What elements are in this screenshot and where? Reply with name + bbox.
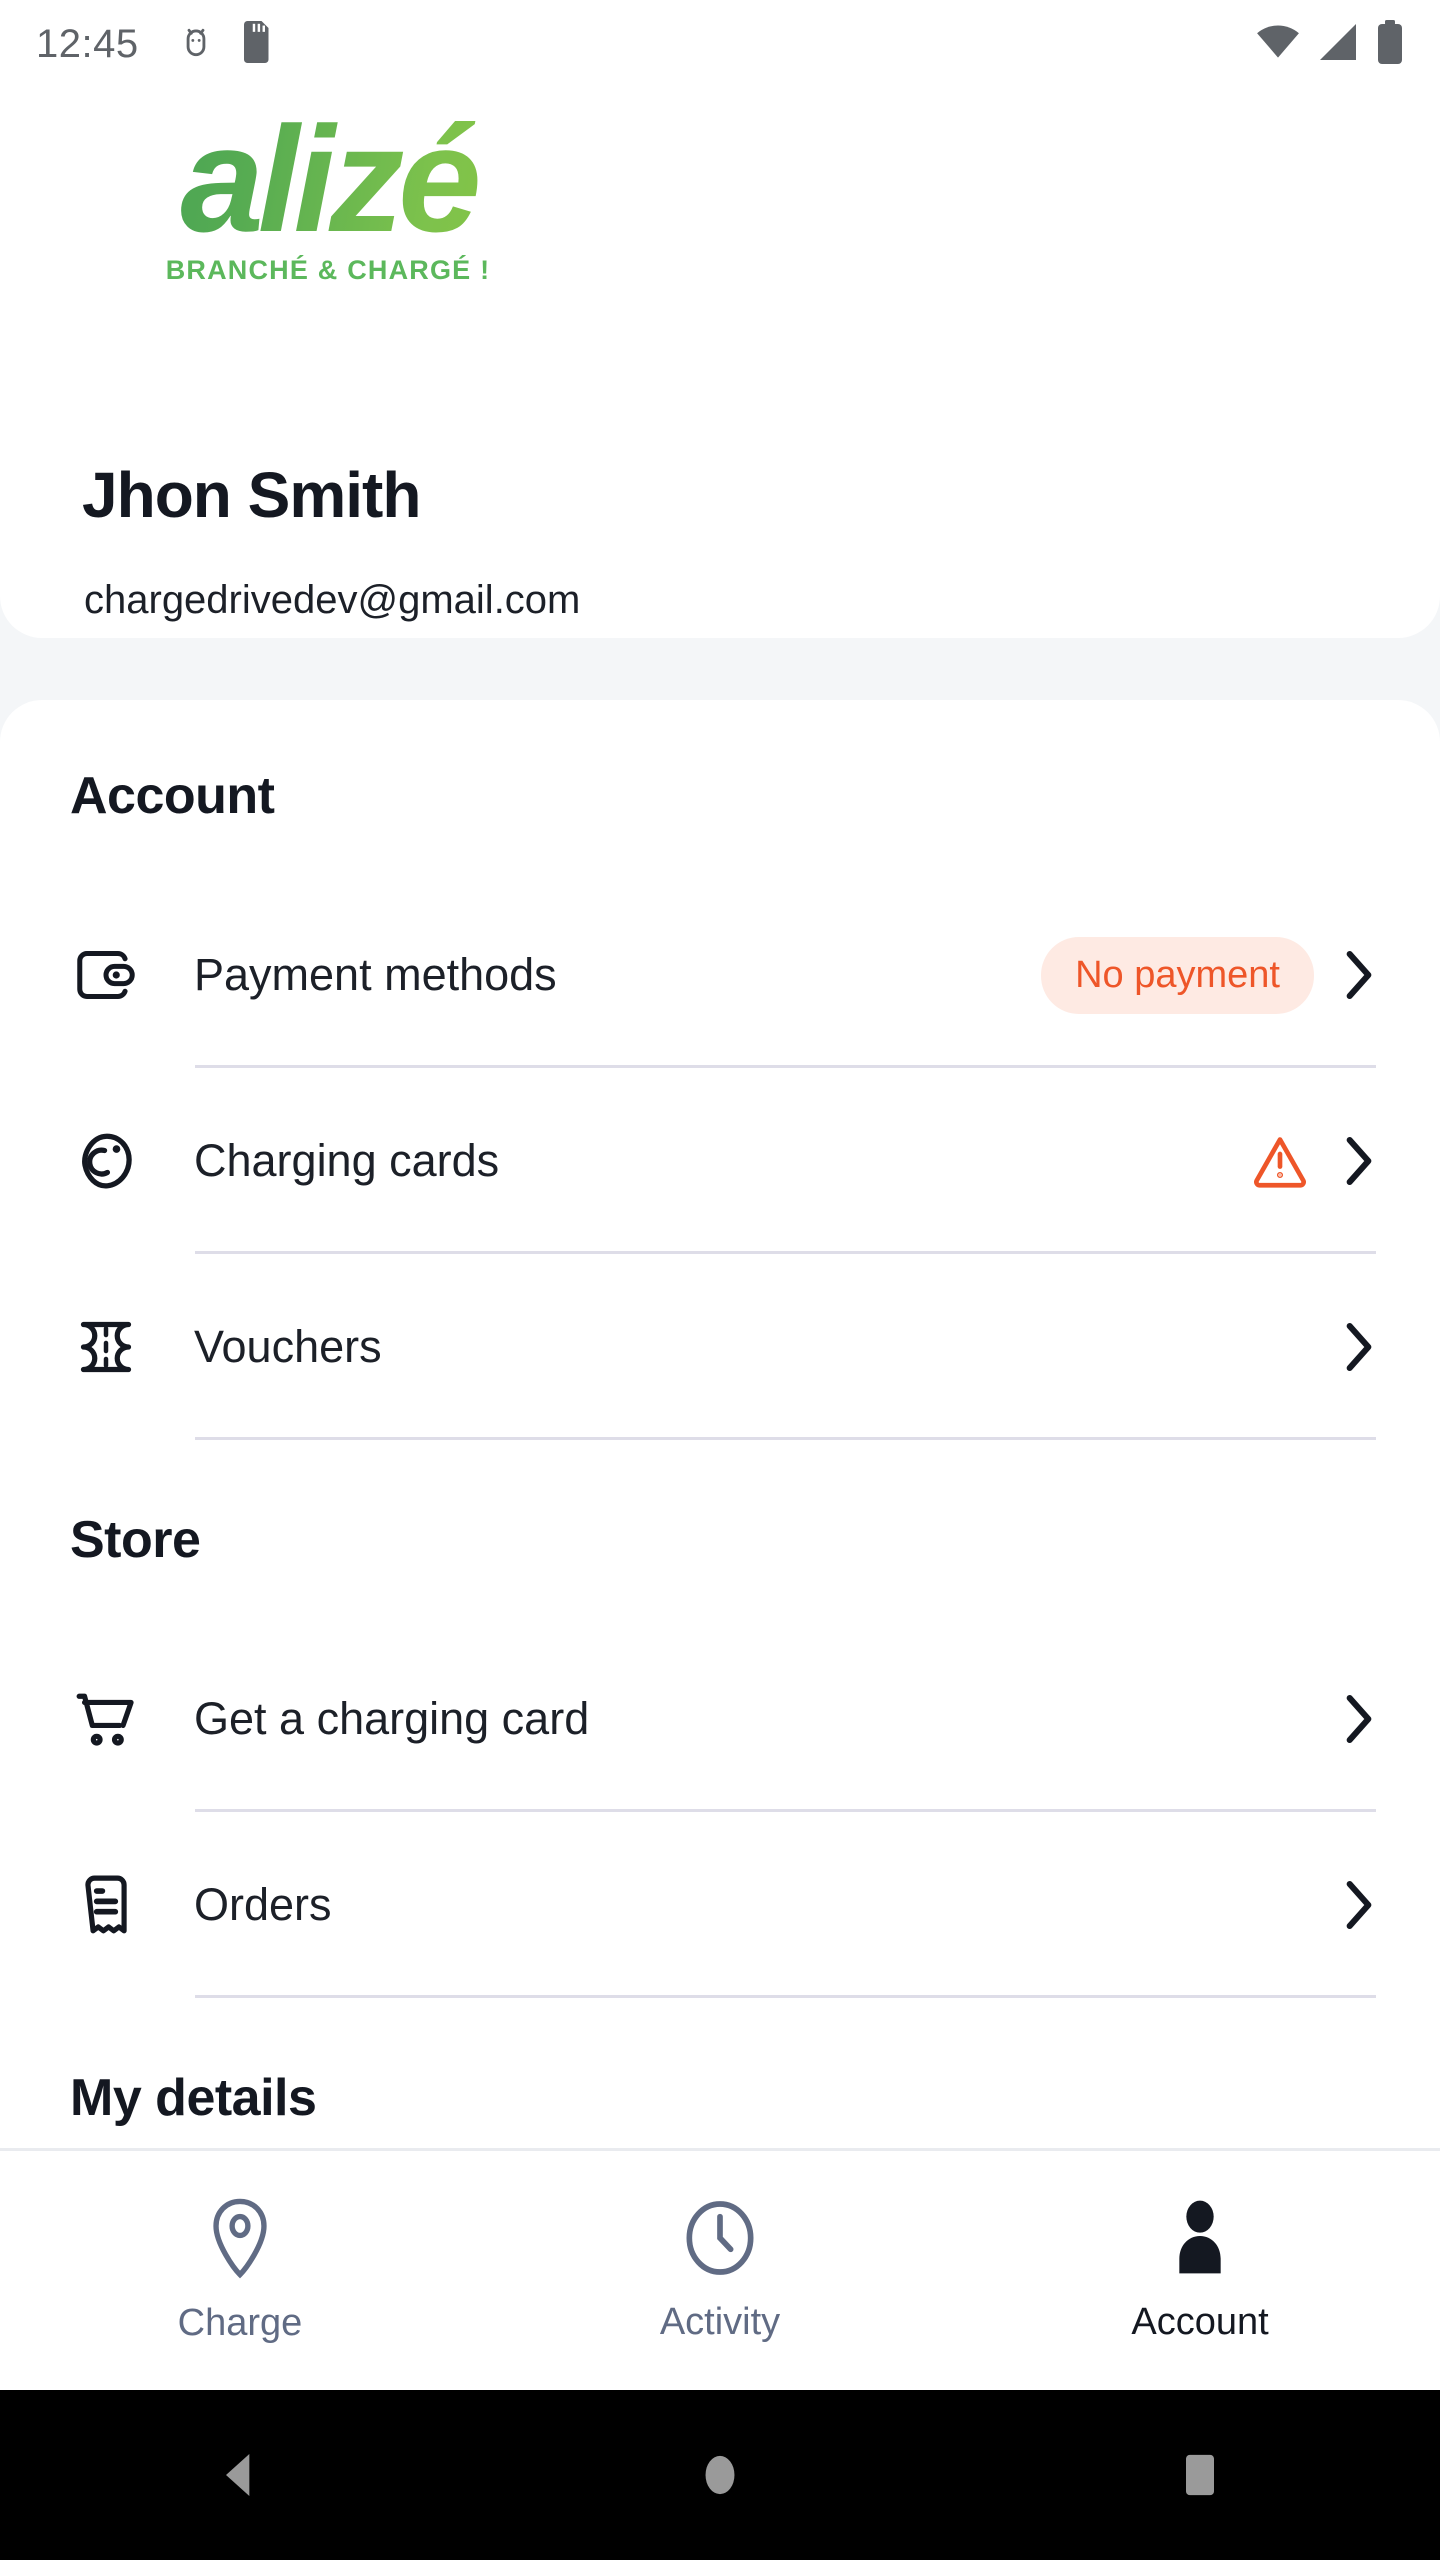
tab-label: Account [1131, 2300, 1269, 2343]
row-label: Payment methods [194, 949, 557, 1000]
home-circle-icon[interactable] [480, 2447, 960, 2503]
row-orders[interactable]: Orders [0, 1812, 1440, 1998]
row-divider [195, 1995, 1376, 1998]
cellular-signal-icon [1318, 23, 1358, 65]
row-vouchers[interactable]: Vouchers [0, 1254, 1440, 1440]
section-title-my-details: My details [70, 2069, 317, 2127]
brand-wordmark: alizé [78, 104, 578, 253]
tab-charge[interactable]: Charge [0, 2151, 480, 2390]
shopping-cart-icon [70, 1683, 142, 1755]
recents-square-icon[interactable] [960, 2447, 1440, 2503]
row-get-a-charging-card[interactable]: Get a charging card [0, 1626, 1440, 1812]
tab-label: Charge [177, 2301, 303, 2344]
tab-activity[interactable]: Activity [480, 2151, 960, 2390]
android-debug-icon [177, 22, 215, 67]
account-rows: Payment methods No payment Charging card… [0, 882, 1440, 1440]
chevron-right-icon[interactable] [1342, 1319, 1376, 1375]
warning-triangle-icon [1252, 1133, 1308, 1189]
profile-email: chargedrivedev@gmail.com [84, 578, 581, 622]
person-icon [1170, 2198, 1230, 2283]
row-label: Vouchers [194, 1321, 382, 1372]
row-label: Orders [194, 1879, 332, 1930]
chevron-right-icon[interactable] [1342, 1133, 1376, 1189]
chevron-right-icon[interactable] [1342, 1877, 1376, 1933]
store-rows: Get a charging card Orders [0, 1626, 1440, 1998]
section-title-store: Store [70, 1511, 201, 1569]
row-label: Get a charging card [194, 1693, 590, 1744]
sd-card-icon [241, 20, 275, 68]
ticket-icon [70, 1311, 142, 1383]
bottom-tab-bar: Charge Activity Account [0, 2148, 1440, 2390]
rfid-badge-icon [70, 1125, 142, 1197]
status-badge-no-payment: No payment [1041, 936, 1314, 1014]
profile-name: Jhon Smith [82, 459, 421, 531]
row-payment-methods[interactable]: Payment methods No payment [0, 882, 1440, 1068]
status-bar-notification-icons [177, 20, 275, 68]
row-divider [195, 1437, 1376, 1440]
chevron-right-icon[interactable] [1342, 1691, 1376, 1747]
battery-icon [1376, 19, 1404, 69]
status-bar-clock: 12:45 [36, 21, 139, 66]
wifi-icon [1256, 25, 1300, 64]
android-navigation-bar [0, 2390, 1440, 2560]
tab-label: Activity [659, 2300, 781, 2343]
row-charging-cards[interactable]: Charging cards [0, 1068, 1440, 1254]
profile-card: alizé BRANCHÉ & CHARGÉ ! Jhon Smith char… [0, 88, 1440, 638]
brand-tagline: BRANCHÉ & CHARGÉ ! [165, 254, 491, 285]
settings-list-card: Account Payment methods No payment Charg… [0, 700, 1440, 2160]
back-triangle-icon[interactable] [0, 2447, 480, 2503]
row-label: Charging cards [194, 1135, 500, 1186]
chevron-right-icon[interactable] [1342, 947, 1376, 1003]
wallet-icon [70, 939, 142, 1011]
clock-icon [683, 2198, 757, 2283]
section-title-account: Account [70, 767, 275, 825]
map-pin-icon [207, 2197, 273, 2284]
receipt-icon [70, 1869, 142, 1941]
tab-account[interactable]: Account [960, 2151, 1440, 2390]
status-bar-system-icons [1256, 19, 1404, 69]
brand-logo: alizé BRANCHÉ & CHARGÉ ! [78, 104, 578, 286]
status-bar: 12:45 [0, 0, 1440, 88]
app-screen: 12:45 alizé BRANCHÉ & CHARGÉ ! Jhon Smit… [0, 0, 1440, 2560]
